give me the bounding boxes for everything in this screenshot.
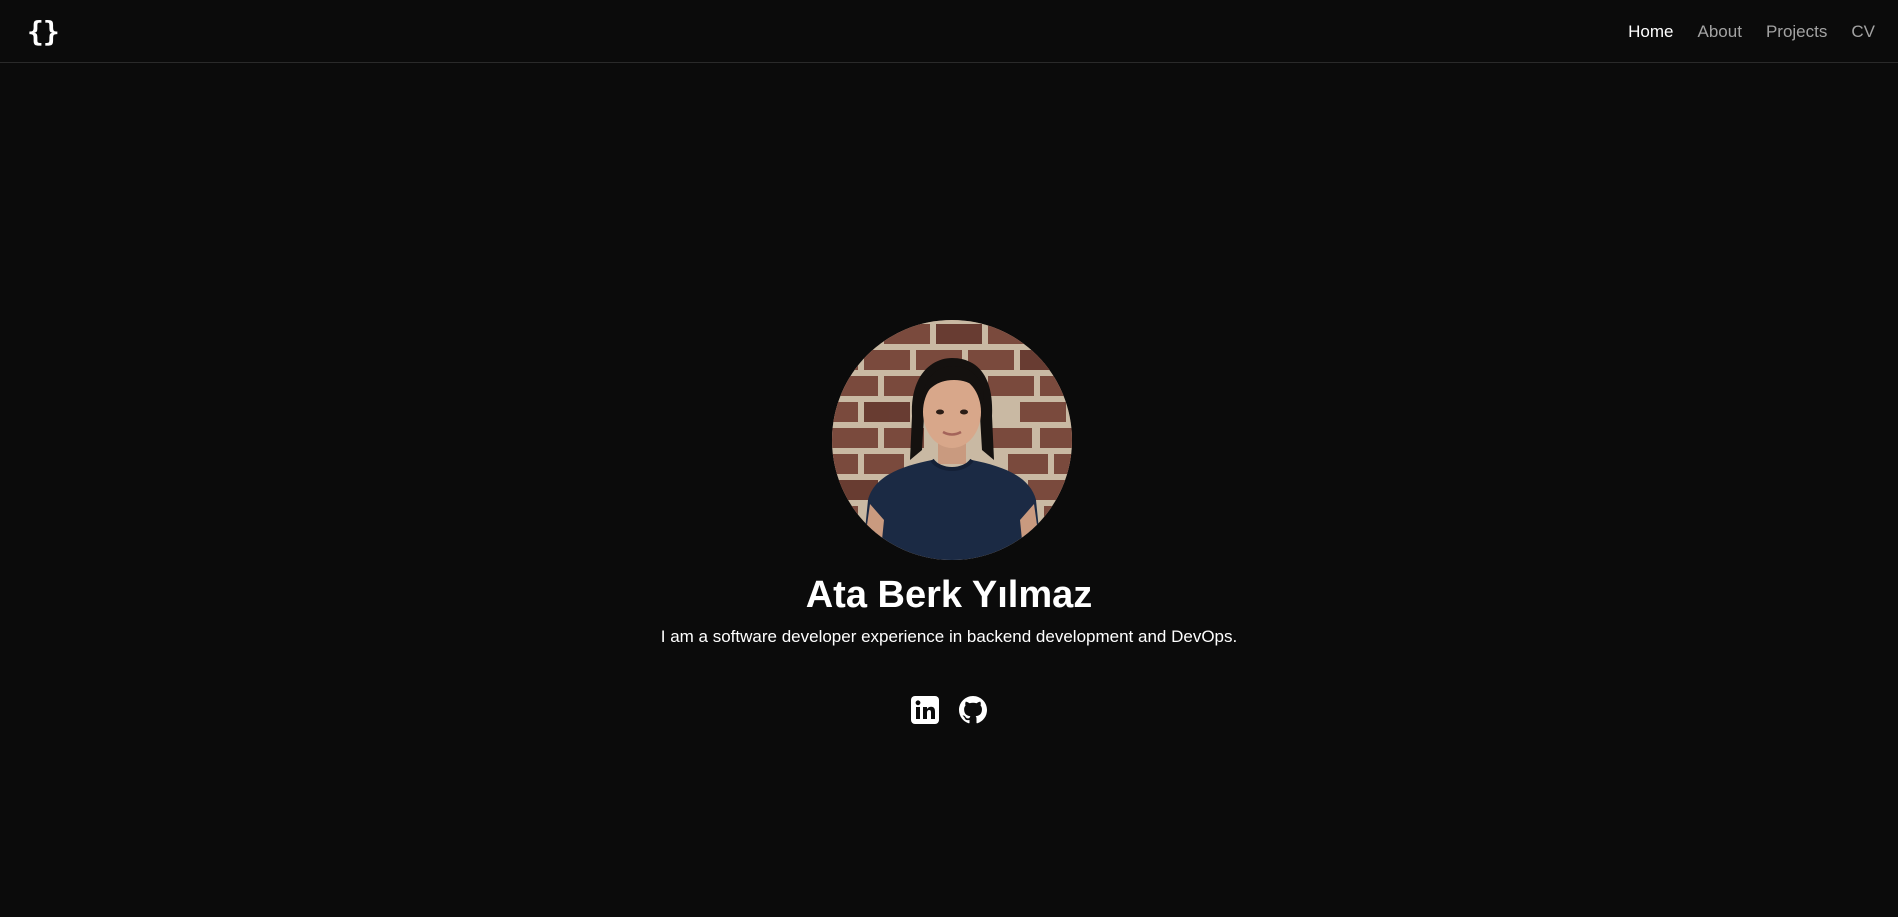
linkedin-icon: [911, 696, 939, 724]
avatar: [832, 320, 1072, 560]
profile-photo: [832, 320, 1072, 560]
github-link[interactable]: [959, 696, 987, 724]
github-icon: [959, 696, 987, 724]
nav-link-projects[interactable]: Projects: [1766, 22, 1827, 42]
nav-link-cv[interactable]: CV: [1851, 22, 1875, 42]
profile-tagline: I am a software developer experience in …: [660, 627, 1238, 646]
nav-link-about[interactable]: About: [1698, 22, 1742, 42]
nav-link-home[interactable]: Home: [1628, 22, 1673, 42]
navbar: {} Home About Projects CV: [0, 0, 1898, 63]
profile-name: Ata Berk Yılmaz: [805, 574, 1093, 616]
hero-section: Ata Berk Yılmaz I am a software develope…: [0, 63, 1898, 917]
social-links: [0, 696, 1898, 724]
nav-links: Home About Projects CV: [1604, 0, 1875, 63]
logo-braces[interactable]: {}: [27, 14, 60, 50]
linkedin-link[interactable]: [911, 696, 939, 724]
